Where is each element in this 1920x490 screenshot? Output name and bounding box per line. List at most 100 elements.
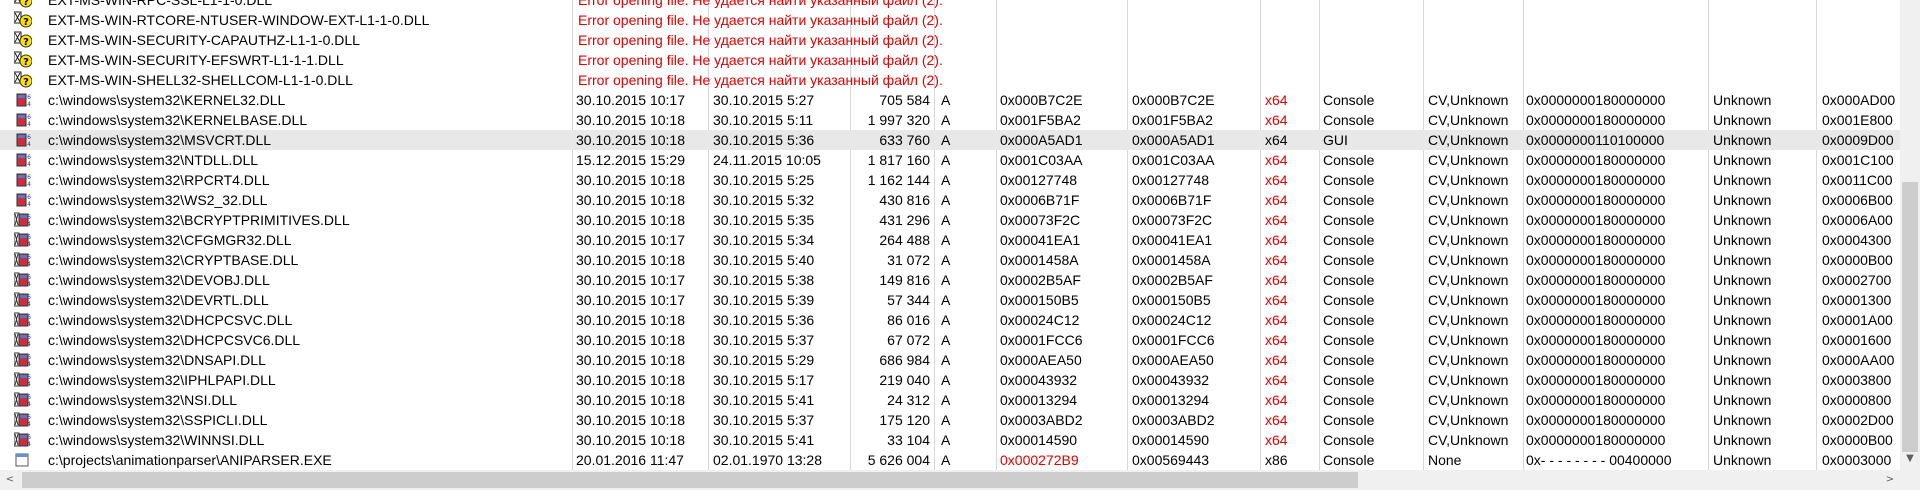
file-type: Unknown bbox=[1713, 452, 1772, 468]
debug-symbols: CV,Unknown bbox=[1428, 172, 1509, 188]
module-name: c:\windows\system32\DEVRTL.DLL bbox=[48, 292, 269, 308]
svg-text:4: 4 bbox=[27, 141, 31, 148]
svg-text:4: 4 bbox=[27, 341, 31, 348]
cpu-type: x64 bbox=[1265, 312, 1288, 328]
preferred-base: 0x0000000180000000 bbox=[1526, 332, 1666, 348]
module-name: EXT-MS-WIN-RPC-SSL-L1-1-0.DLL bbox=[48, 0, 273, 8]
subsystem: Console bbox=[1323, 152, 1375, 168]
link-timestamp: 30.10.2015 5:32 bbox=[713, 192, 815, 208]
svg-text:4: 4 bbox=[27, 321, 31, 328]
module-64-icon: 64 bbox=[14, 191, 32, 209]
table-row[interactable]: 6 4 c:\windows\system32\NSI.DLL 30.10.2015 … bbox=[0, 390, 1900, 410]
debug-symbols: CV,Unknown bbox=[1428, 372, 1509, 388]
table-row[interactable]: 6 4 c:\windows\system32\WS2_32.DLL 30.10.20… bbox=[0, 190, 1900, 210]
table-row[interactable]: 6 4 c:\windows\system32\DHCPCSVC.DLL 30.10.… bbox=[0, 310, 1900, 330]
delay-module-64-icon: 64 bbox=[14, 351, 32, 369]
virtual-size: 0x001C100 bbox=[1822, 152, 1894, 168]
link-timestamp: 30.10.2015 5:17 bbox=[713, 372, 815, 388]
subsystem: Console bbox=[1323, 432, 1375, 448]
table-row[interactable]: 6 4 c:\windows\system32\MSVCRT.DLL 30.10.20… bbox=[0, 130, 1900, 150]
preferred-base: 0x0000000180000000 bbox=[1526, 432, 1666, 448]
module-list[interactable]: ? EXT-MS-WIN-RPC-SSL-L1-1-0.DLL Error open… bbox=[0, 0, 1900, 470]
debug-symbols: CV,Unknown bbox=[1428, 272, 1509, 288]
preferred-base: 0x0000000180000000 bbox=[1526, 412, 1666, 428]
subsystem: Console bbox=[1323, 192, 1375, 208]
table-row[interactable]: 6 4 c:\windows\system32\RPCRT4.DLL 30.10.20… bbox=[0, 170, 1900, 190]
file-size: 1 162 144 bbox=[867, 172, 930, 188]
svg-text:6: 6 bbox=[27, 174, 31, 181]
svg-text:4: 4 bbox=[27, 201, 31, 208]
preferred-base: 0x0000000180000000 bbox=[1526, 92, 1666, 108]
table-row[interactable]: 6 4 c:\windows\system32\CFGMGR32.DLL 30.10.… bbox=[0, 230, 1900, 250]
table-row[interactable]: 6 4 c:\windows\system32\DEVOBJ.DLL 30.10.20… bbox=[0, 270, 1900, 290]
debug-symbols: CV,Unknown bbox=[1428, 412, 1509, 428]
link-timestamp: 30.10.2015 5:37 bbox=[713, 412, 815, 428]
table-row[interactable]: 6 4 c:\windows\system32\KERNEL32.DLL 30.10.… bbox=[0, 90, 1900, 110]
file-type: Unknown bbox=[1713, 372, 1772, 388]
table-row[interactable]: ? EXT-MS-WIN-RTCORE-NTUSER-WINDOW-EXT-L1-… bbox=[0, 10, 1900, 30]
scroll-down-arrow[interactable]: ▼ bbox=[1900, 450, 1920, 468]
link-timestamp: 02.01.1970 13:28 bbox=[713, 452, 822, 468]
link-checksum: 0x0001458A bbox=[1000, 252, 1079, 268]
cpu-type: x64 bbox=[1265, 332, 1288, 348]
table-row[interactable]: 6 4 c:\windows\system32\SSPICLI.DLL 30.10.2… bbox=[0, 410, 1900, 430]
file-type: Unknown bbox=[1713, 312, 1772, 328]
file-timestamp: 30.10.2015 10:17 bbox=[576, 92, 685, 108]
virtual-size: 0x000AA00 bbox=[1822, 352, 1895, 368]
virtual-size: 0x0006B00 bbox=[1822, 192, 1893, 208]
file-type: Unknown bbox=[1713, 272, 1772, 288]
module-name: EXT-MS-WIN-SHELL32-SHELLCOM-L1-1-0.DLL bbox=[48, 72, 353, 88]
table-row[interactable]: 6 4 c:\windows\system32\WINNSI.DLL 30.10.20… bbox=[0, 430, 1900, 450]
link-timestamp: 30.10.2015 5:27 bbox=[713, 92, 815, 108]
file-type: Unknown bbox=[1713, 392, 1772, 408]
svg-text:4: 4 bbox=[27, 161, 31, 168]
attributes: A bbox=[941, 192, 951, 208]
horizontal-scrollbar[interactable]: < > bbox=[0, 470, 1900, 490]
link-checksum: 0x00014590 bbox=[1000, 432, 1078, 448]
link-timestamp: 30.10.2015 5:34 bbox=[713, 232, 815, 248]
scroll-left-arrow[interactable]: < bbox=[0, 471, 20, 489]
delay-module-64-icon: 64 bbox=[14, 431, 32, 449]
preferred-base: 0x0000000180000000 bbox=[1526, 312, 1666, 328]
svg-text:4: 4 bbox=[27, 301, 31, 308]
table-row[interactable]: 6 4 c:\windows\system32\DEVRTL.DLL 30.10.20… bbox=[0, 290, 1900, 310]
table-row[interactable]: 6 4 c:\windows\system32\DHCPCSVC6.DLL 30.10… bbox=[0, 330, 1900, 350]
table-row[interactable]: 6 4 c:\windows\system32\CRYPTBASE.DLL 30.10… bbox=[0, 250, 1900, 270]
table-row[interactable]: c:\projects\animationparser\ANIPARSER.EX… bbox=[0, 450, 1900, 470]
real-checksum: 0x001F5BA2 bbox=[1132, 112, 1213, 128]
subsystem: Console bbox=[1323, 312, 1375, 328]
file-size: 1 817 160 bbox=[867, 152, 930, 168]
virtual-size: 0x0000B00 bbox=[1822, 252, 1893, 268]
error-message: Error opening file. Не удается найти ука… bbox=[578, 32, 943, 48]
file-type: Unknown bbox=[1713, 212, 1772, 228]
delay-module-64-icon: 64 bbox=[14, 291, 32, 309]
svg-text:6: 6 bbox=[27, 294, 31, 301]
table-row[interactable]: ? EXT-MS-WIN-SECURITY-EFSWRT-L1-1-1.DLL Er… bbox=[0, 50, 1900, 70]
debug-symbols: CV,Unknown bbox=[1428, 352, 1509, 368]
link-timestamp: 30.10.2015 5:41 bbox=[713, 392, 815, 408]
table-row[interactable]: 6 4 c:\windows\system32\KERNELBASE.DLL 30.1… bbox=[0, 110, 1900, 130]
vertical-scrollbar[interactable]: ▼ bbox=[1900, 0, 1920, 470]
table-row[interactable]: 6 4 c:\windows\system32\BCRYPTPRIMITIVES.D… bbox=[0, 210, 1900, 230]
attributes: A bbox=[941, 452, 951, 468]
svg-text:6: 6 bbox=[27, 154, 31, 161]
table-row[interactable]: 6 4 c:\windows\system32\IPHLPAPI.DLL 30.10.… bbox=[0, 370, 1900, 390]
file-timestamp: 30.10.2015 10:18 bbox=[576, 192, 685, 208]
debug-symbols: CV,Unknown bbox=[1428, 132, 1509, 148]
link-checksum: 0x001C03AA bbox=[1000, 152, 1083, 168]
debug-symbols: CV,Unknown bbox=[1428, 392, 1509, 408]
svg-text:4: 4 bbox=[27, 121, 31, 128]
table-row[interactable]: ? EXT-MS-WIN-SECURITY-CAPAUTHZ-L1-1-0.DLL… bbox=[0, 30, 1900, 50]
table-row[interactable]: ? EXT-MS-WIN-SHELL32-SHELLCOM-L1-1-0.DLL E… bbox=[0, 70, 1900, 90]
horizontal-scroll-thumb[interactable] bbox=[22, 472, 1358, 488]
scroll-right-arrow[interactable]: > bbox=[1880, 471, 1900, 489]
cpu-type: x64 bbox=[1265, 152, 1288, 168]
svg-text:?: ? bbox=[23, 77, 29, 88]
preferred-base: 0x0000000180000000 bbox=[1526, 172, 1666, 188]
table-row[interactable]: ? EXT-MS-WIN-RPC-SSL-L1-1-0.DLL Error open… bbox=[0, 0, 1900, 10]
table-row[interactable]: 6 4 c:\windows\system32\DNSAPI.DLL 30.10.20… bbox=[0, 350, 1900, 370]
link-checksum: 0x00013294 bbox=[1000, 392, 1078, 408]
vertical-scroll-thumb[interactable] bbox=[1902, 182, 1918, 452]
attributes: A bbox=[941, 392, 951, 408]
table-row[interactable]: 6 4 c:\windows\system32\NTDLL.DLL 15.12.201… bbox=[0, 150, 1900, 170]
